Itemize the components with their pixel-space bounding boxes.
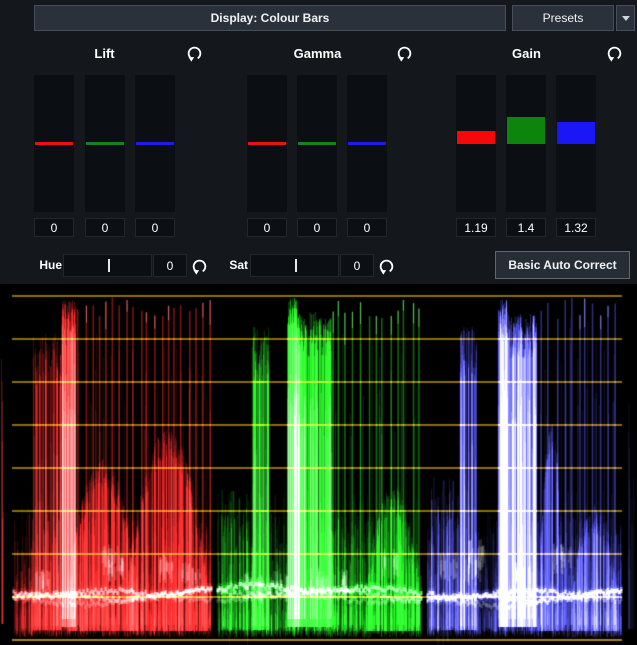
hue-slider-handle[interactable] <box>108 259 110 272</box>
sat-slider-handle[interactable] <box>295 259 297 272</box>
sat-label: Sat <box>214 258 248 272</box>
rgb-parade-waveform <box>0 284 637 645</box>
hue-label: Hue <box>30 258 62 272</box>
gain-title: Gain <box>456 46 597 61</box>
display-mode-button[interactable]: Display: Colour Bars <box>34 5 506 31</box>
gamma-green-value: 0 <box>297 218 337 237</box>
gain-green-value: 1.4 <box>506 218 546 237</box>
gamma-blue-slider[interactable] <box>347 75 387 212</box>
hue-value: 0 <box>153 254 187 277</box>
lift-red-marker <box>35 142 73 145</box>
gain-blue-slider[interactable] <box>556 75 596 212</box>
gamma-red-slider[interactable] <box>247 75 287 212</box>
gamma-blue-marker <box>348 142 386 145</box>
gamma-reset-icon[interactable] <box>395 44 413 62</box>
gain-reset-icon[interactable] <box>605 44 623 62</box>
lift-red-slider[interactable] <box>34 75 74 212</box>
gain-blue-marker <box>557 122 595 144</box>
lift-reset-icon[interactable] <box>185 44 203 62</box>
hue-slider[interactable] <box>63 254 152 277</box>
gamma-red-marker <box>248 142 286 145</box>
presets-dropdown-button[interactable] <box>616 5 635 31</box>
colour-correction-panel: Display: Colour Bars Presets Lift Gamma … <box>0 0 637 645</box>
chevron-down-icon <box>622 16 630 21</box>
lift-title: Lift <box>34 46 175 61</box>
gamma-title: Gamma <box>247 46 388 61</box>
sat-slider[interactable] <box>250 254 339 277</box>
gain-green-slider[interactable] <box>506 75 546 212</box>
gain-green-marker <box>507 117 545 144</box>
sat-value: 0 <box>340 254 374 277</box>
lift-blue-value: 0 <box>135 218 175 237</box>
gamma-red-value: 0 <box>247 218 287 237</box>
gamma-blue-value: 0 <box>347 218 387 237</box>
gain-red-marker <box>457 131 495 144</box>
lift-blue-marker <box>136 142 174 145</box>
lift-red-value: 0 <box>34 218 74 237</box>
lift-green-marker <box>86 142 124 145</box>
presets-button[interactable]: Presets <box>512 5 614 31</box>
hue-reset-icon[interactable] <box>190 257 208 275</box>
gamma-green-marker <box>298 142 336 145</box>
gain-red-value: 1.19 <box>456 218 496 237</box>
gamma-green-slider[interactable] <box>297 75 337 212</box>
lift-blue-slider[interactable] <box>135 75 175 212</box>
basic-auto-correct-button[interactable]: Basic Auto Correct <box>495 251 630 279</box>
lift-green-value: 0 <box>85 218 125 237</box>
gain-red-slider[interactable] <box>456 75 496 212</box>
lift-green-slider[interactable] <box>85 75 125 212</box>
gain-blue-value: 1.32 <box>556 218 596 237</box>
sat-reset-icon[interactable] <box>377 257 395 275</box>
